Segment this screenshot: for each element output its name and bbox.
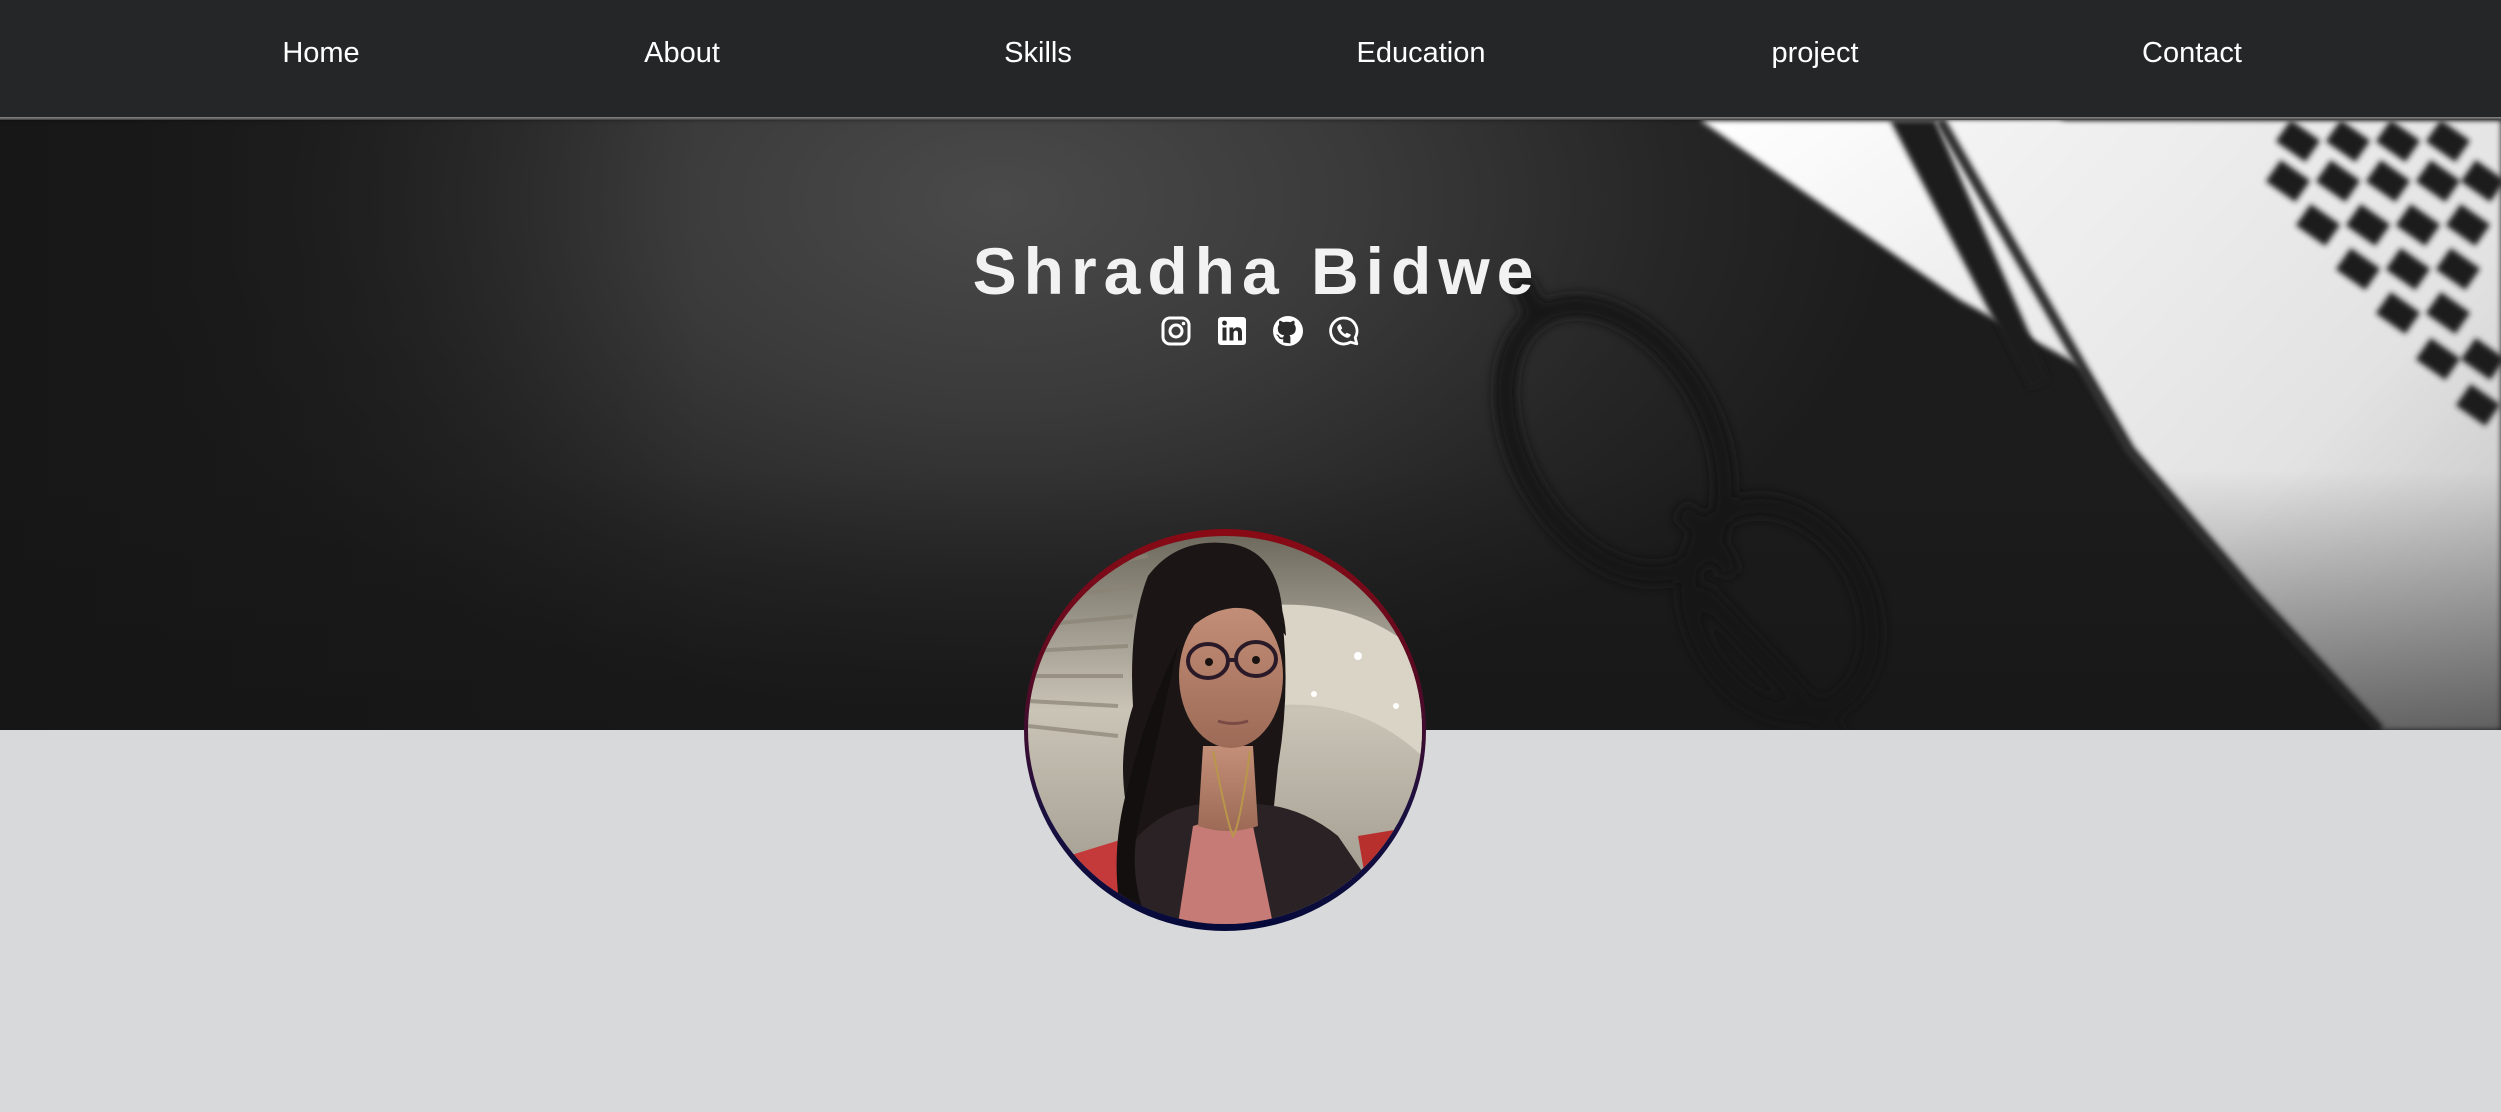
profile-photo-image bbox=[1028, 536, 1422, 924]
nav-link-about[interactable]: About bbox=[644, 36, 720, 70]
nav-link-project[interactable]: project bbox=[1771, 36, 1858, 70]
social-links bbox=[1160, 315, 1360, 349]
linkedin-icon[interactable] bbox=[1216, 315, 1248, 347]
whatsapp-icon[interactable] bbox=[1328, 315, 1360, 347]
nav-link-education[interactable]: Education bbox=[1357, 36, 1486, 70]
profile-photo-frame bbox=[1024, 529, 1426, 931]
nav-link-contact[interactable]: Contact bbox=[2142, 36, 2242, 70]
nav-link-home[interactable]: Home bbox=[282, 36, 359, 70]
hero-name-title: Shradha Bidwe bbox=[972, 234, 1541, 308]
instagram-icon[interactable] bbox=[1160, 315, 1192, 347]
portfolio-page: Home About Skills Education project Cont… bbox=[0, 0, 2501, 1112]
github-icon[interactable] bbox=[1272, 315, 1304, 347]
profile-photo bbox=[1028, 536, 1422, 924]
nav-link-skills[interactable]: Skills bbox=[1004, 36, 1072, 70]
navbar: Home About Skills Education project Cont… bbox=[0, 0, 2501, 120]
